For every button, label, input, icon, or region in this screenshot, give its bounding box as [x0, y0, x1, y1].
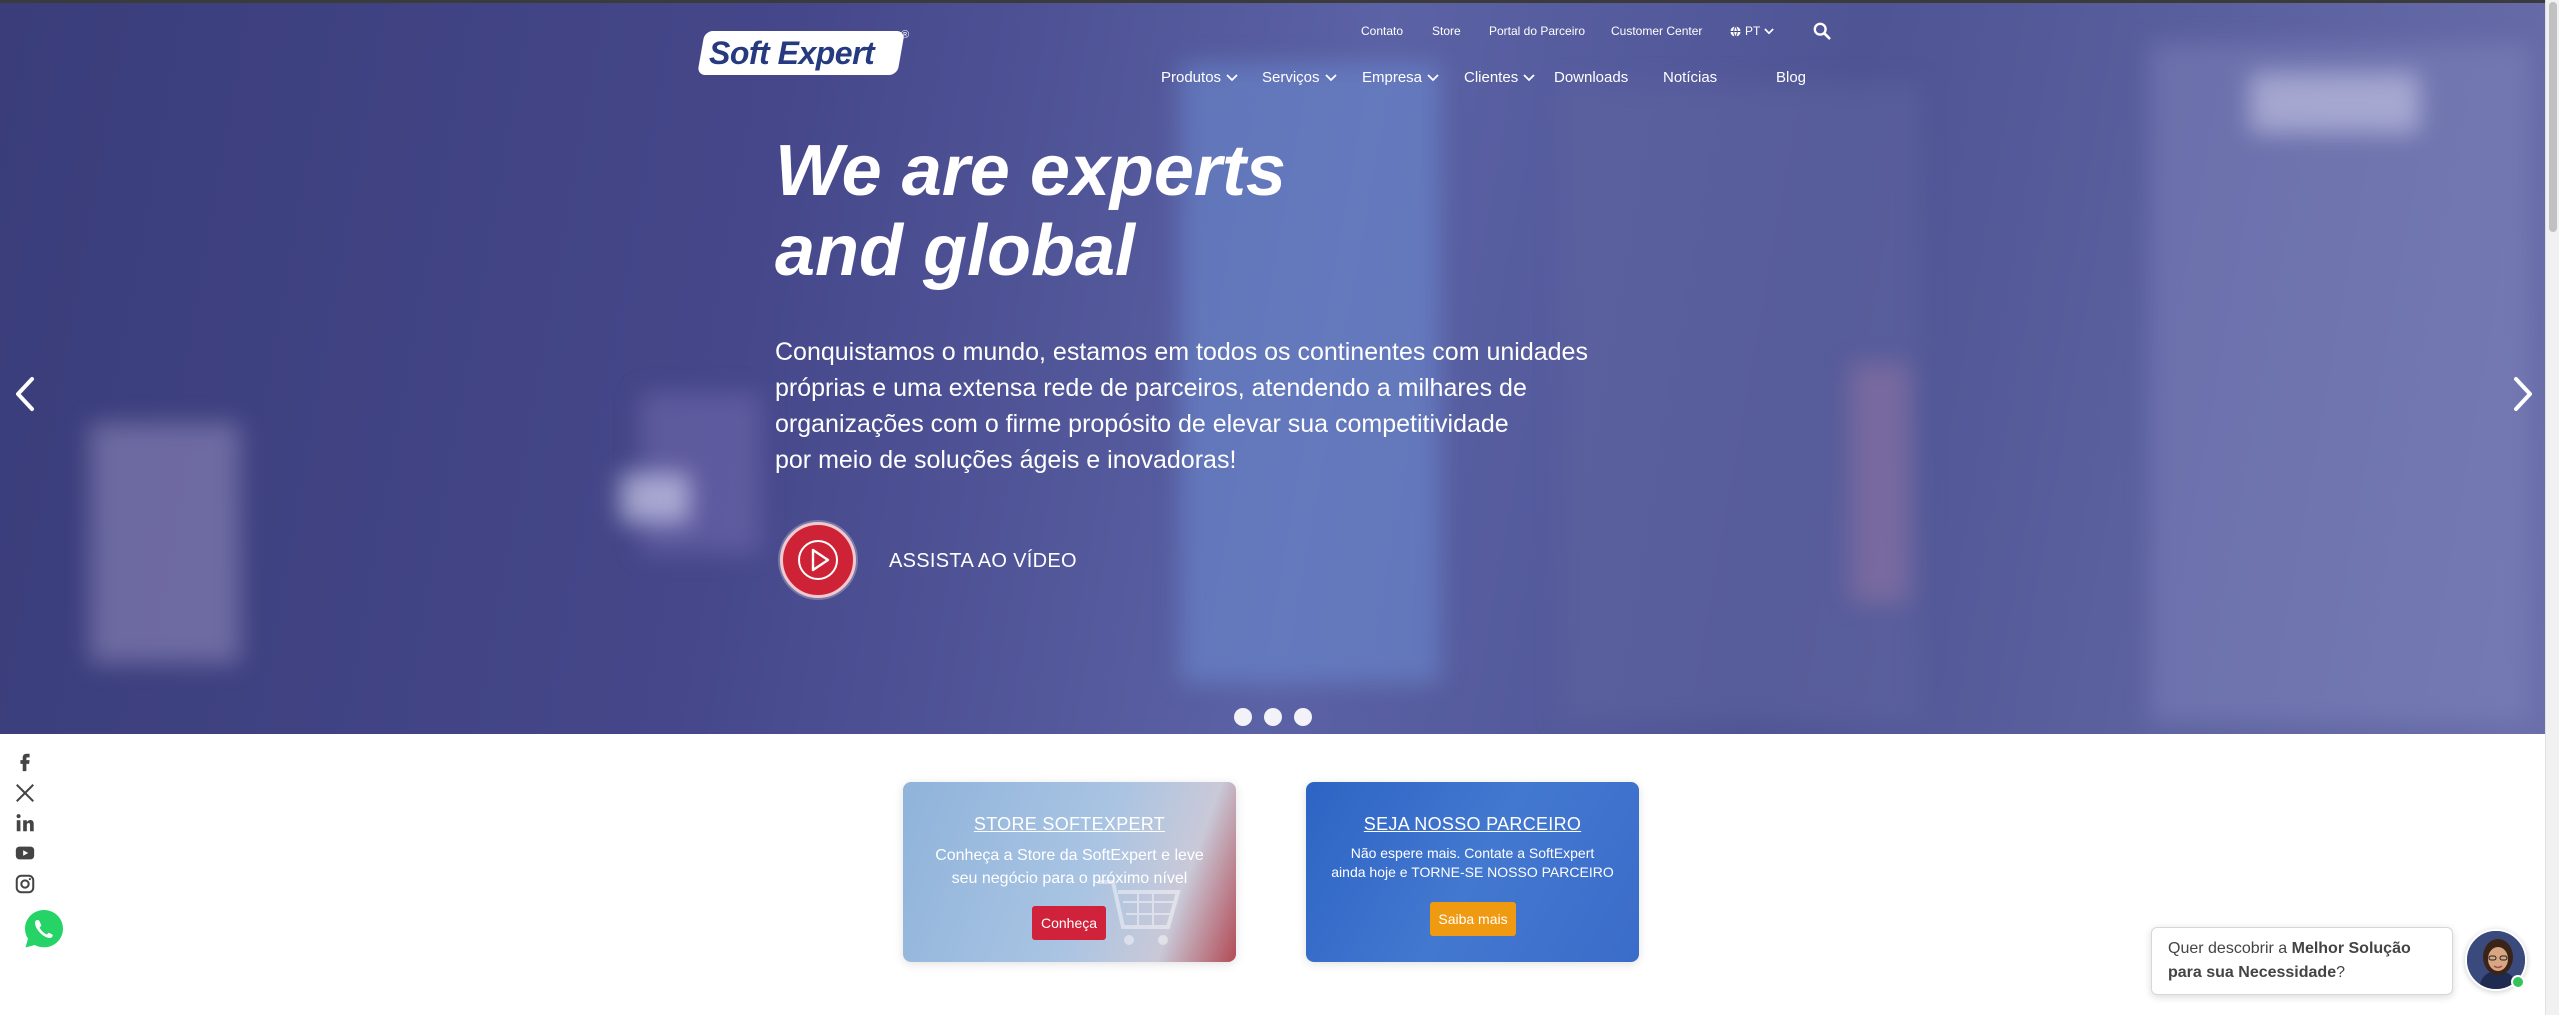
chevron-down-icon [1324, 73, 1337, 81]
nav-item-clientes[interactable]: Clientes [1464, 69, 1535, 86]
background-blur [2250, 73, 2420, 133]
softexpert-logo[interactable]: Soft Expert ® [697, 29, 910, 75]
slider-next-icon[interactable] [2510, 375, 2536, 413]
background-blur [2150, 43, 2530, 723]
hero-slider: Soft Expert ® Contato Store Portal do Pa… [0, 3, 2545, 734]
chat-text-pre: Quer descobrir a [2168, 940, 2292, 957]
nav-label: Blog [1776, 69, 1807, 86]
nav-label: Empresa [1362, 69, 1423, 86]
chevron-down-icon [1523, 73, 1535, 81]
search-icon[interactable] [1813, 22, 1831, 40]
chevron-down-icon [1764, 27, 1775, 34]
nav-item-blog[interactable]: Blog [1776, 69, 1806, 86]
linkedin-icon[interactable] [14, 812, 36, 834]
slider-dot[interactable] [1294, 708, 1312, 726]
hero-title-line: We are experts [775, 131, 1286, 211]
chat-text-bold: Melhor Solução [2291, 940, 2411, 957]
background-blur [90, 423, 240, 663]
chat-prompt-bubble[interactable]: Quer descobrir a Melhor Solução para sua… [2151, 927, 2453, 995]
store-card-text: Conheça a Store da SoftExpert e leve seu… [923, 844, 1216, 890]
chat-text-post: ? [2336, 964, 2345, 981]
utility-link-store[interactable]: Store [1432, 24, 1461, 38]
chevron-down-icon [1427, 73, 1439, 81]
card-text-line: Conheça a Store da SoftExpert e leve [935, 847, 1204, 864]
card-text-line: Não espere mais. Contate a SoftExpert [1350, 845, 1595, 861]
whatsapp-icon[interactable] [22, 907, 66, 951]
card-text-line: seu negócio para o próximo nível [951, 870, 1188, 887]
instagram-icon[interactable] [14, 873, 36, 895]
hero-title: We are experts and global [775, 131, 1575, 291]
nav-label: Downloads [1554, 69, 1629, 86]
play-video-button[interactable] [780, 522, 856, 598]
nav-label: Produtos [1161, 69, 1222, 86]
facebook-icon[interactable] [14, 751, 36, 773]
x-icon[interactable] [14, 782, 36, 804]
logo-text: Soft Expert [709, 35, 875, 71]
youtube-icon[interactable] [14, 842, 36, 864]
nav-item-downloads[interactable]: Downloads [1554, 69, 1628, 86]
partner-card-title[interactable]: SEJA NOSSO PARCEIRO [1306, 814, 1639, 835]
watch-video-link[interactable]: ASSISTA AO VÍDEO [889, 550, 1077, 573]
chevron-down-icon [1226, 73, 1238, 81]
nav-item-servicos[interactable]: Serviços [1262, 69, 1337, 86]
slider-dot[interactable] [1234, 708, 1252, 726]
scrollbar-thumb[interactable] [2549, 2, 2557, 232]
utility-link-customer-center[interactable]: Customer Center [1611, 24, 1702, 38]
hero-title-line: and global [775, 211, 1135, 291]
store-card-title[interactable]: STORE SOFTEXPERT [903, 814, 1236, 835]
slider-prev-icon[interactable] [12, 375, 38, 413]
logo-registered-mark: ® [901, 29, 910, 41]
utility-link-contato[interactable]: Contato [1361, 24, 1403, 38]
background-blur [1850, 363, 1910, 603]
nav-label: Serviços [1262, 69, 1320, 86]
language-selector[interactable]: PT [1730, 24, 1775, 38]
nav-label: Clientes [1464, 69, 1519, 86]
partner-card-text: Não espere mais. Contate a SoftExpert ai… [1326, 844, 1619, 882]
nav-item-empresa[interactable]: Empresa [1362, 69, 1439, 86]
hero-description: Conquistamos o mundo, estamos em todos o… [775, 334, 1615, 478]
conheca-button[interactable]: Conheça [1032, 906, 1106, 940]
language-label: PT [1745, 24, 1761, 38]
nav-label: Notícias [1663, 69, 1718, 86]
card-text-line: ainda hoje e TORNE-SE NOSSO PARCEIRO [1331, 864, 1614, 880]
online-status-dot [2511, 975, 2525, 989]
partner-card[interactable]: SEJA NOSSO PARCEIRO Não espere mais. Con… [1306, 782, 1639, 962]
globe-icon [1730, 25, 1741, 37]
play-icon [798, 540, 838, 580]
hero-text-line: próprias e uma extensa rede de parceiros… [775, 374, 1527, 402]
background-blur [620, 473, 690, 523]
hero-text-line: por meio de soluções ágeis e inovadoras! [775, 446, 1237, 474]
saiba-mais-button[interactable]: Saiba mais [1430, 902, 1516, 936]
page-scrollbar[interactable] [2545, 0, 2559, 1015]
nav-item-produtos[interactable]: Produtos [1161, 69, 1238, 86]
slider-dot[interactable] [1264, 708, 1282, 726]
store-card[interactable]: STORE SOFTEXPERT Conheça a Store da Soft… [903, 782, 1236, 962]
chat-text-bold: para sua Necessidade [2168, 964, 2337, 981]
hero-text-line: organizações com o firme propósito de el… [775, 410, 1509, 438]
hero-text-line: Conquistamos o mundo, estamos em todos o… [775, 338, 1588, 366]
nav-item-noticias[interactable]: Notícias [1663, 69, 1717, 86]
slider-pagination [1234, 708, 1312, 726]
utility-link-portal-parceiro[interactable]: Portal do Parceiro [1489, 24, 1585, 38]
